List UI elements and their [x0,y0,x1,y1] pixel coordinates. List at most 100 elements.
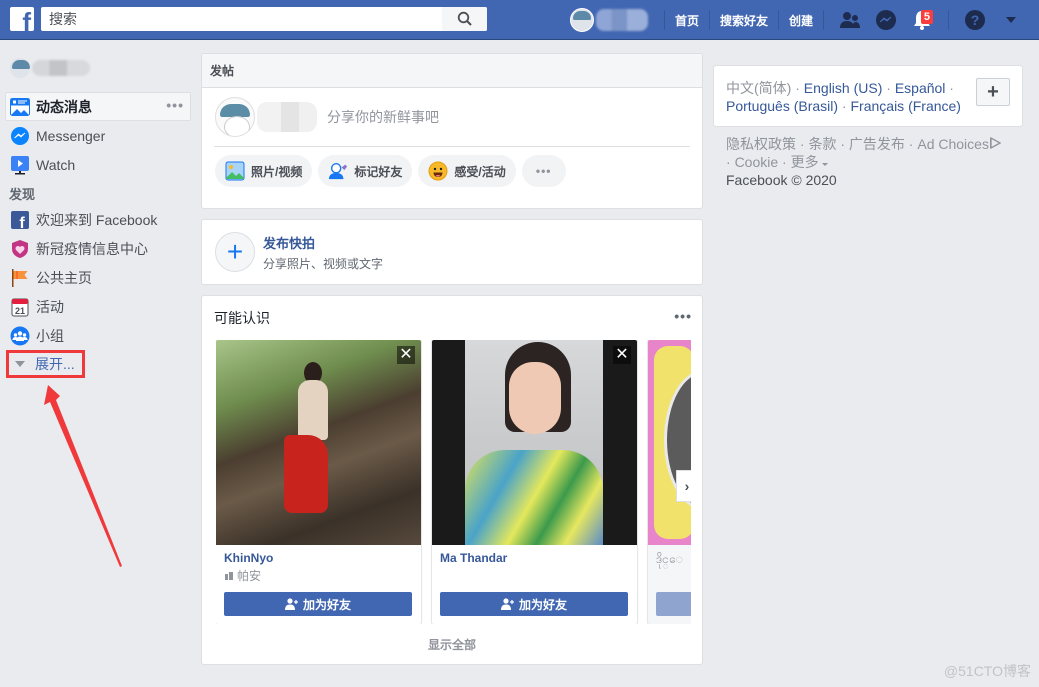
sidebar-item-news-feed[interactable]: 动态消息 ••• [5,92,191,121]
action-label: 标记好友 [354,164,403,179]
add-friend-button[interactable]: 加为好友 [224,592,412,616]
post-composer-input[interactable]: 分享你的新鲜事吧 [202,88,702,146]
action-label: 感受/活动 [454,164,506,179]
sidebar-item-covid-center[interactable]: 新冠疫情信息中心 [0,234,192,263]
messenger-icon [10,126,30,146]
facebook-logo[interactable]: f [10,7,34,31]
messenger-icon [876,10,896,30]
sidebar-item-label: Messenger [36,127,106,144]
language-link[interactable]: Português (Brasil) [726,98,838,114]
notification-badge: 5 [920,10,933,24]
sidebar-item-welcome[interactable]: f 欢迎来到 Facebook [0,205,192,234]
language-link[interactable]: Español [895,80,946,96]
add-friend-button[interactable]: 加为好友 [440,592,628,616]
close-icon[interactable]: ✕ [613,346,631,364]
language-link[interactable]: Français (France) [851,98,961,114]
caret-down-icon [821,163,828,166]
search-button[interactable] [441,7,487,31]
person-name[interactable]: KhinNyo [216,545,421,565]
sidebar-item-messenger[interactable]: Messenger [0,121,192,150]
account-menu-button[interactable] [997,6,1025,34]
help-button[interactable]: ? [961,6,989,34]
feeling-icon [428,161,448,181]
blurred-user-name [257,102,317,132]
person-card: ✕ Ma Thandar 加为好友 [432,340,637,624]
pymk-carousel: ✕ KhinNyo 帕安 加为好友 ✕ Ma Thandar 加为好友 ဒိုင… [216,340,691,624]
footer-link-advertising[interactable]: 广告发布 [849,136,905,152]
svg-text:?: ? [971,12,980,28]
photo-icon [225,161,245,181]
add-story-button[interactable]: + [215,232,255,272]
notifications-button[interactable]: 5 [908,6,936,34]
tag-friends-button[interactable]: 标记好友 [318,155,413,187]
footer-links: 隐私权政策 · 条款 · 广告发布 · Ad Choices · Cookie … [726,135,1016,189]
footer-link-privacy[interactable]: 隐私权政策 [726,136,796,152]
show-all-link[interactable]: 显示全部 [202,636,702,653]
nav-create-link[interactable]: 创建 [787,12,815,29]
nav-find-friends-link[interactable]: 搜索好友 [718,12,770,29]
plus-icon: + [226,236,244,267]
footer-link-terms[interactable]: 条款 [808,136,836,152]
avatar [569,8,594,32]
sidebar-item-label: 活动 [36,298,64,315]
person-name[interactable]: Ma Thandar [432,545,637,565]
feeling-activity-button[interactable]: 感受/活动 [418,155,516,187]
create-post-title: 发帖 [202,54,702,88]
sidebar-item-pages[interactable]: 公共主页 [0,263,192,292]
profile-photo[interactable] [648,340,691,545]
messenger-button[interactable] [872,6,900,34]
nav-home-link[interactable]: 首页 [673,12,701,29]
section-title-discover: 发现 [9,187,36,202]
facebook-logo-letter: f [22,7,31,31]
sidebar-item-label: 公共主页 [36,269,92,286]
create-story-card[interactable]: + 发布快拍 分享照片、视频或文字 [201,219,703,285]
more-options-button[interactable]: ••• [674,308,692,324]
add-friend-icon [500,598,515,610]
language-link[interactable]: English (US) [804,80,883,96]
add-friend-button[interactable] [656,592,691,616]
current-language: 中文(简体) [726,80,792,96]
help-icon: ? [965,10,985,30]
footer-link-ad-choices[interactable]: Ad Choices [917,136,989,152]
sidebar-item-groups[interactable]: 小组 [0,321,192,350]
friend-requests-button[interactable] [836,6,864,34]
profile-photo[interactable]: ✕ [216,340,421,545]
expand-label: 展开... [35,356,75,372]
sidebar-item-label: 新冠疫情信息中心 [36,240,148,257]
photo-video-button[interactable]: 照片/视频 [215,155,313,187]
profile-photo[interactable]: ✕ [432,340,637,545]
person-name[interactable]: ဒိုင္ေ [648,545,691,566]
expand-more-link[interactable]: 展开... [6,350,85,378]
search-input[interactable] [41,7,441,31]
carousel-next-button[interactable]: › [676,470,691,502]
watch-icon [10,155,30,175]
svg-text:21: 21 [15,306,25,316]
people-you-may-know-card: 可能认识 ••• ✕ KhinNyo 帕安 加为好友 ✕ Ma Thandar … [201,295,703,665]
tag-friend-icon [328,161,348,181]
sidebar-item-label: 欢迎来到 Facebook [36,211,158,228]
profile-link[interactable] [569,8,648,32]
footer-link-more[interactable]: 更多 [791,154,819,170]
photo-figure-shirt [465,450,603,545]
divider [708,10,710,30]
covid-heart-icon [10,239,30,259]
chevron-right-icon: › [684,478,690,494]
sidebar-item-events[interactable]: 21 活动 [0,292,192,321]
more-options-button[interactable]: ••• [166,97,184,113]
pymk-title: 可能认识 [214,310,270,326]
language-list: 中文(简体) · English (US) · Español · Portug… [726,80,961,114]
sidebar-profile-link[interactable] [0,52,192,84]
avatar [215,97,255,137]
more-composer-options-button[interactable]: ••• [521,155,566,187]
story-subtitle: 分享照片、视频或文字 [263,256,384,271]
sidebar-item-label: Watch [36,156,76,173]
sidebar-item-watch[interactable]: Watch [0,150,192,179]
ad-choices-icon [989,136,1002,150]
blurred-user-name [595,9,648,31]
footer-link-cookie[interactable]: Cookie [735,154,779,170]
language-card: 中文(简体) · English (US) · Español · Portug… [713,65,1023,127]
more-languages-button[interactable]: + [976,78,1010,106]
close-icon[interactable]: ✕ [397,346,415,364]
caret-down-icon [15,361,25,367]
photo-background [465,340,603,545]
